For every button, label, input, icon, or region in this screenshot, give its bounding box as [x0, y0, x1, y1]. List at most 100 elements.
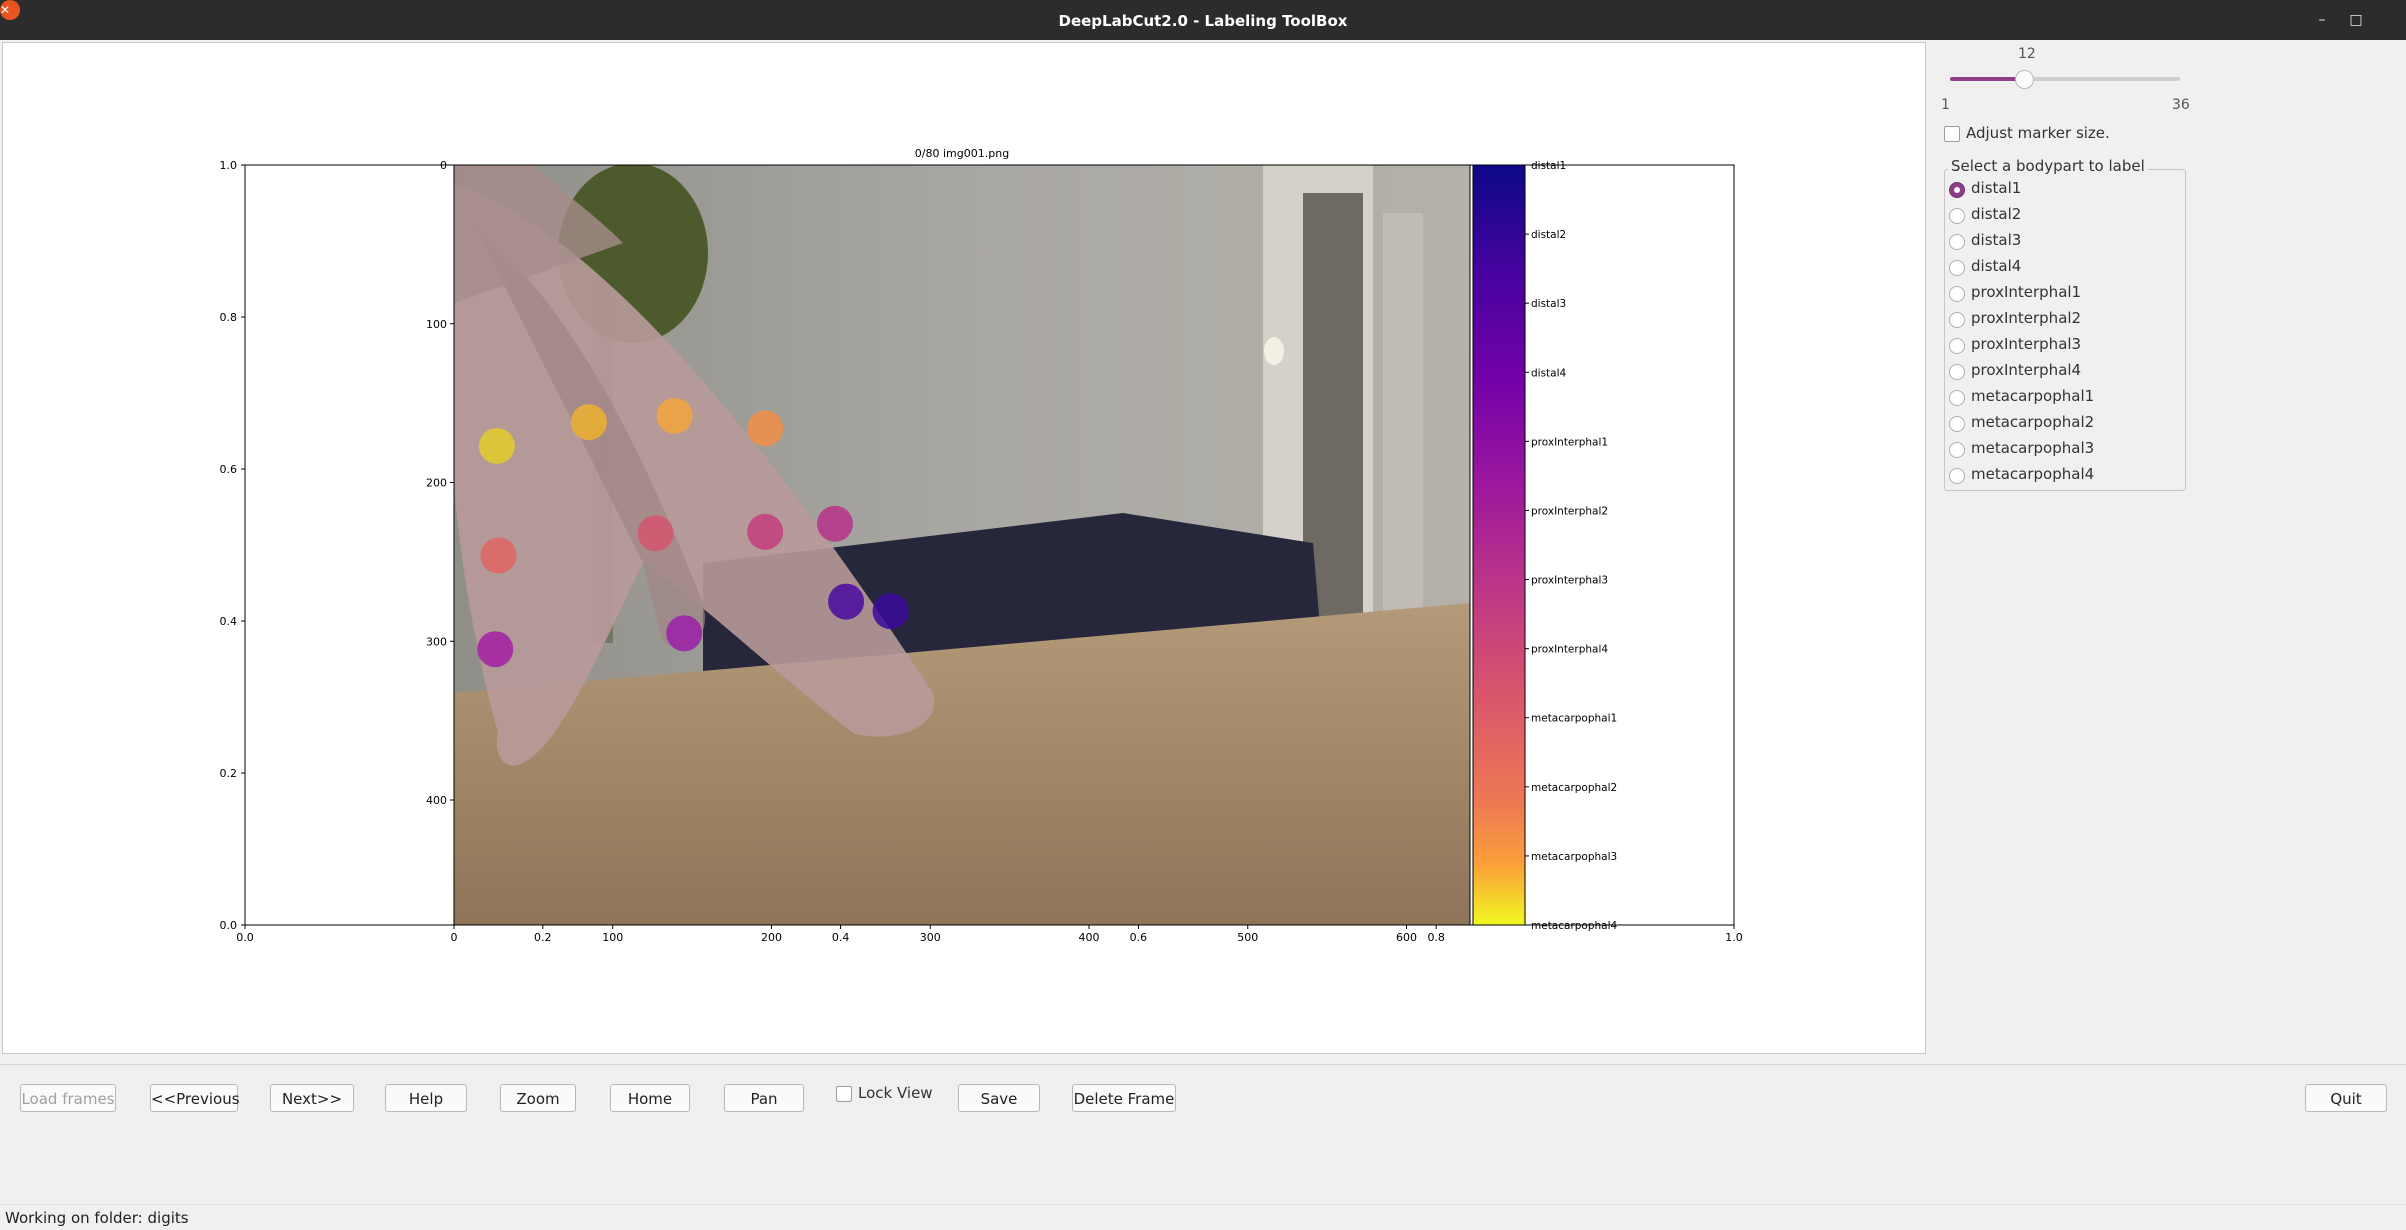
radio-proxInterphal4[interactable] — [1949, 364, 1965, 380]
radio-label-proxInterphal3[interactable]: proxInterphal3 — [1971, 335, 2081, 353]
outer-y-tick-label: 1.0 — [220, 159, 238, 172]
image-x-ticks: 0 100 200 300 400 500 600 — [451, 925, 1417, 944]
colorbar-label-distal4: distal4 — [1531, 367, 1567, 379]
outer-x-tick-label: 0.0 — [236, 931, 254, 944]
image-y-tick-label: 400 — [426, 794, 447, 807]
colorbar-label-proxInterphal1: proxInterphal1 — [1531, 436, 1608, 448]
radio-distal1[interactable] — [1949, 182, 1965, 198]
slider-max-label: 36 — [2172, 97, 2190, 113]
marker-distal3[interactable] — [747, 513, 784, 550]
radio-label-metacarpophal4[interactable]: metacarpophal4 — [1971, 465, 2094, 483]
bottom-toolbar — [0, 1064, 2406, 1205]
figure-plot[interactable]: 1.0 0.8 0.6 0.4 0.2 0.0 0.0 0.2 0.4 0.6 0.8 1.0 0 1… — [3, 43, 1925, 1053]
image-y-tick-label: 300 — [426, 635, 447, 648]
radio-metacarpophal4[interactable] — [1949, 468, 1965, 484]
radio-label-distal3[interactable]: distal3 — [1971, 231, 2021, 249]
outer-x-ticks: 0.0 0.2 0.4 0.6 0.8 1.0 — [236, 925, 1743, 944]
marker-proxInterphal2[interactable] — [666, 615, 703, 652]
radio-metacarpophal3[interactable] — [1949, 442, 1965, 458]
marker-distal4[interactable] — [817, 505, 853, 542]
save-button[interactable]: Save — [958, 1084, 1040, 1112]
outer-x-tick-label: 1.0 — [1725, 931, 1743, 944]
bodypart-group-title: Select a bodypart to label — [1948, 157, 2148, 175]
marker-size-slider-handle[interactable] — [2015, 70, 2034, 89]
image-x-tick-label: 400 — [1079, 931, 1100, 944]
pan-button[interactable]: Pan — [724, 1084, 804, 1112]
radio-metacarpophal1[interactable] — [1949, 390, 1965, 406]
radio-distal4[interactable] — [1949, 260, 1965, 276]
colorbar-label-distal2: distal2 — [1531, 229, 1566, 241]
frame-image[interactable] — [454, 163, 1470, 925]
radio-label-proxInterphal4[interactable]: proxInterphal4 — [1971, 361, 2081, 379]
marker-size-slider-fill — [1950, 77, 2021, 81]
image-y-tick-label: 100 — [426, 318, 447, 331]
outer-y-tick-label: 0.0 — [220, 919, 238, 932]
radio-proxInterphal2[interactable] — [1949, 312, 1965, 328]
radio-label-distal2[interactable]: distal2 — [1971, 205, 2021, 223]
radio-label-proxInterphal2[interactable]: proxInterphal2 — [1971, 309, 2081, 327]
image-x-tick-label: 0 — [451, 931, 458, 944]
radio-proxInterphal1[interactable] — [1949, 286, 1965, 302]
image-y-tick-label: 0 — [440, 159, 447, 172]
previous-button[interactable]: <<Previous — [150, 1084, 240, 1112]
adjust-marker-checkbox[interactable] — [1944, 126, 1960, 142]
colorbar-label-distal3: distal3 — [1531, 298, 1566, 310]
marker-distal2[interactable] — [872, 593, 909, 630]
colorbar-labels: distal1 distal2 distal3 distal4 proxInterpha… — [1525, 160, 1618, 932]
marker-metacarpophal2[interactable] — [570, 404, 607, 441]
image-x-tick-label: 600 — [1396, 931, 1417, 944]
outer-x-tick-label: 0.6 — [1130, 931, 1148, 944]
radio-distal2[interactable] — [1949, 208, 1965, 224]
radio-label-distal4[interactable]: distal4 — [1971, 257, 2021, 275]
marker-distal1[interactable] — [828, 583, 865, 620]
home-button[interactable]: Home — [610, 1084, 690, 1112]
outer-y-tick-label: 0.4 — [220, 615, 238, 628]
adjust-marker-label: Adjust marker size. — [1966, 124, 2110, 142]
colorbar-label-metacarpophal3: metacarpophal3 — [1531, 851, 1617, 863]
radio-label-proxInterphal1[interactable]: proxInterphal1 — [1971, 283, 2081, 301]
radio-label-metacarpophal1[interactable]: metacarpophal1 — [1971, 387, 2094, 405]
outer-y-tick-label: 0.8 — [220, 311, 238, 324]
minimize-icon[interactable]: – — [2312, 10, 2332, 30]
image-x-tick-label: 300 — [920, 931, 941, 944]
marker-proxInterphal1[interactable] — [477, 631, 514, 668]
radio-label-metacarpophal2[interactable]: metacarpophal2 — [1971, 413, 2094, 431]
radio-proxInterphal3[interactable] — [1949, 338, 1965, 354]
outer-x-tick-label: 0.4 — [832, 931, 850, 944]
marker-proxInterphal3[interactable] — [480, 537, 517, 574]
radio-distal3[interactable] — [1949, 234, 1965, 250]
colorbar-label-metacarpophal1: metacarpophal1 — [1531, 713, 1617, 725]
image-title: 0/80 img001.png — [915, 147, 1009, 160]
lock-view-label: Lock View — [858, 1084, 933, 1102]
colorbar-label-proxInterphal2: proxInterphal2 — [1531, 505, 1608, 517]
radio-label-distal1[interactable]: distal1 — [1971, 179, 2021, 197]
marker-metacarpophal1[interactable] — [656, 397, 693, 434]
figure-canvas[interactable]: 1.0 0.8 0.6 0.4 0.2 0.0 0.0 0.2 0.4 0.6 0.8 1.0 0 1… — [2, 42, 1926, 1054]
image-y-tick-label: 200 — [426, 477, 447, 490]
window-title: DeepLabCut2.0 - Labeling ToolBox — [1058, 12, 1348, 30]
image-x-tick-label: 200 — [761, 931, 782, 944]
status-text: Working on folder: digits — [5, 1209, 189, 1227]
marker-proxInterphal4[interactable] — [637, 515, 674, 552]
next-button[interactable]: Next>> — [270, 1084, 354, 1112]
colorbar-label-distal1: distal1 — [1531, 160, 1566, 172]
marker-metacarpophal3[interactable] — [478, 427, 515, 464]
outer-x-tick-label: 0.2 — [534, 931, 552, 944]
delete-frame-button[interactable]: Delete Frame — [1072, 1084, 1176, 1112]
marker-metacarpophal4[interactable] — [747, 410, 784, 447]
load-frames-button[interactable]: Load frames — [20, 1084, 116, 1112]
quit-button[interactable]: Quit — [2305, 1084, 2387, 1112]
image-x-tick-label: 100 — [602, 931, 623, 944]
maximize-icon[interactable]: □ — [2346, 10, 2366, 30]
radio-label-metacarpophal3[interactable]: metacarpophal3 — [1971, 439, 2094, 457]
title-bar: DeepLabCut2.0 - Labeling ToolBox – □ ✕ — [0, 0, 2406, 40]
lock-view-checkbox[interactable] — [836, 1086, 852, 1102]
outer-x-tick-label: 0.8 — [1427, 931, 1445, 944]
status-bar — [0, 1204, 2406, 1230]
image-x-tick-label: 500 — [1237, 931, 1258, 944]
colorbar — [1472, 164, 1526, 926]
radio-metacarpophal2[interactable] — [1949, 416, 1965, 432]
help-button[interactable]: Help — [385, 1084, 467, 1112]
colorbar-label-metacarpophal4: metacarpophal4 — [1531, 920, 1618, 932]
zoom-button[interactable]: Zoom — [500, 1084, 576, 1112]
